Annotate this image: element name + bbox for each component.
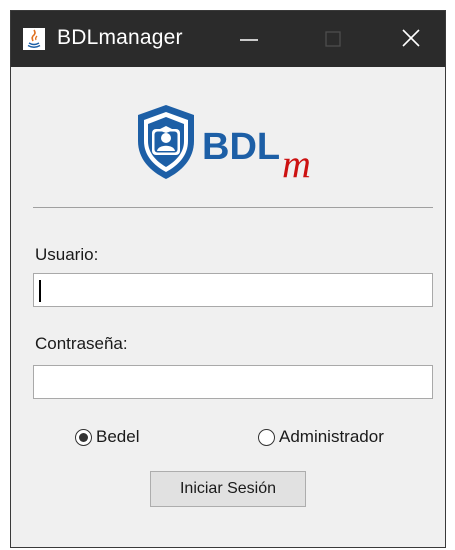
maximize-button[interactable] bbox=[305, 11, 361, 67]
password-label: Contraseña: bbox=[35, 334, 128, 353]
app-logo: BDL m bbox=[126, 97, 346, 187]
logo-text: BDL bbox=[202, 126, 280, 168]
logo-subscript: m bbox=[282, 141, 311, 186]
shield-user-icon bbox=[138, 105, 194, 179]
close-icon bbox=[402, 29, 420, 47]
minimize-icon bbox=[240, 39, 258, 41]
maximize-icon bbox=[325, 31, 341, 47]
username-input[interactable] bbox=[33, 273, 433, 307]
java-icon bbox=[23, 28, 45, 50]
window-title: BDLmanager bbox=[57, 26, 183, 49]
text-caret bbox=[39, 280, 41, 302]
password-input[interactable] bbox=[33, 365, 433, 399]
username-label: Usuario: bbox=[35, 245, 99, 264]
radio-administrador-label: Administrador bbox=[279, 427, 384, 446]
radio-bedel[interactable]: Bedel bbox=[75, 425, 139, 449]
close-button[interactable] bbox=[383, 11, 439, 67]
radio-unchecked-icon bbox=[258, 428, 275, 446]
minimize-button[interactable] bbox=[221, 11, 277, 67]
login-window: BDLmanager BDL m Usuario: Contraseña: Be… bbox=[10, 10, 446, 548]
login-button[interactable]: Iniciar Sesión bbox=[150, 471, 306, 507]
title-bar[interactable]: BDLmanager bbox=[11, 11, 445, 67]
header-divider bbox=[33, 207, 433, 208]
radio-bedel-label: Bedel bbox=[96, 427, 140, 446]
radio-checked-icon bbox=[75, 428, 92, 446]
radio-administrador[interactable]: Administrador bbox=[258, 425, 384, 449]
